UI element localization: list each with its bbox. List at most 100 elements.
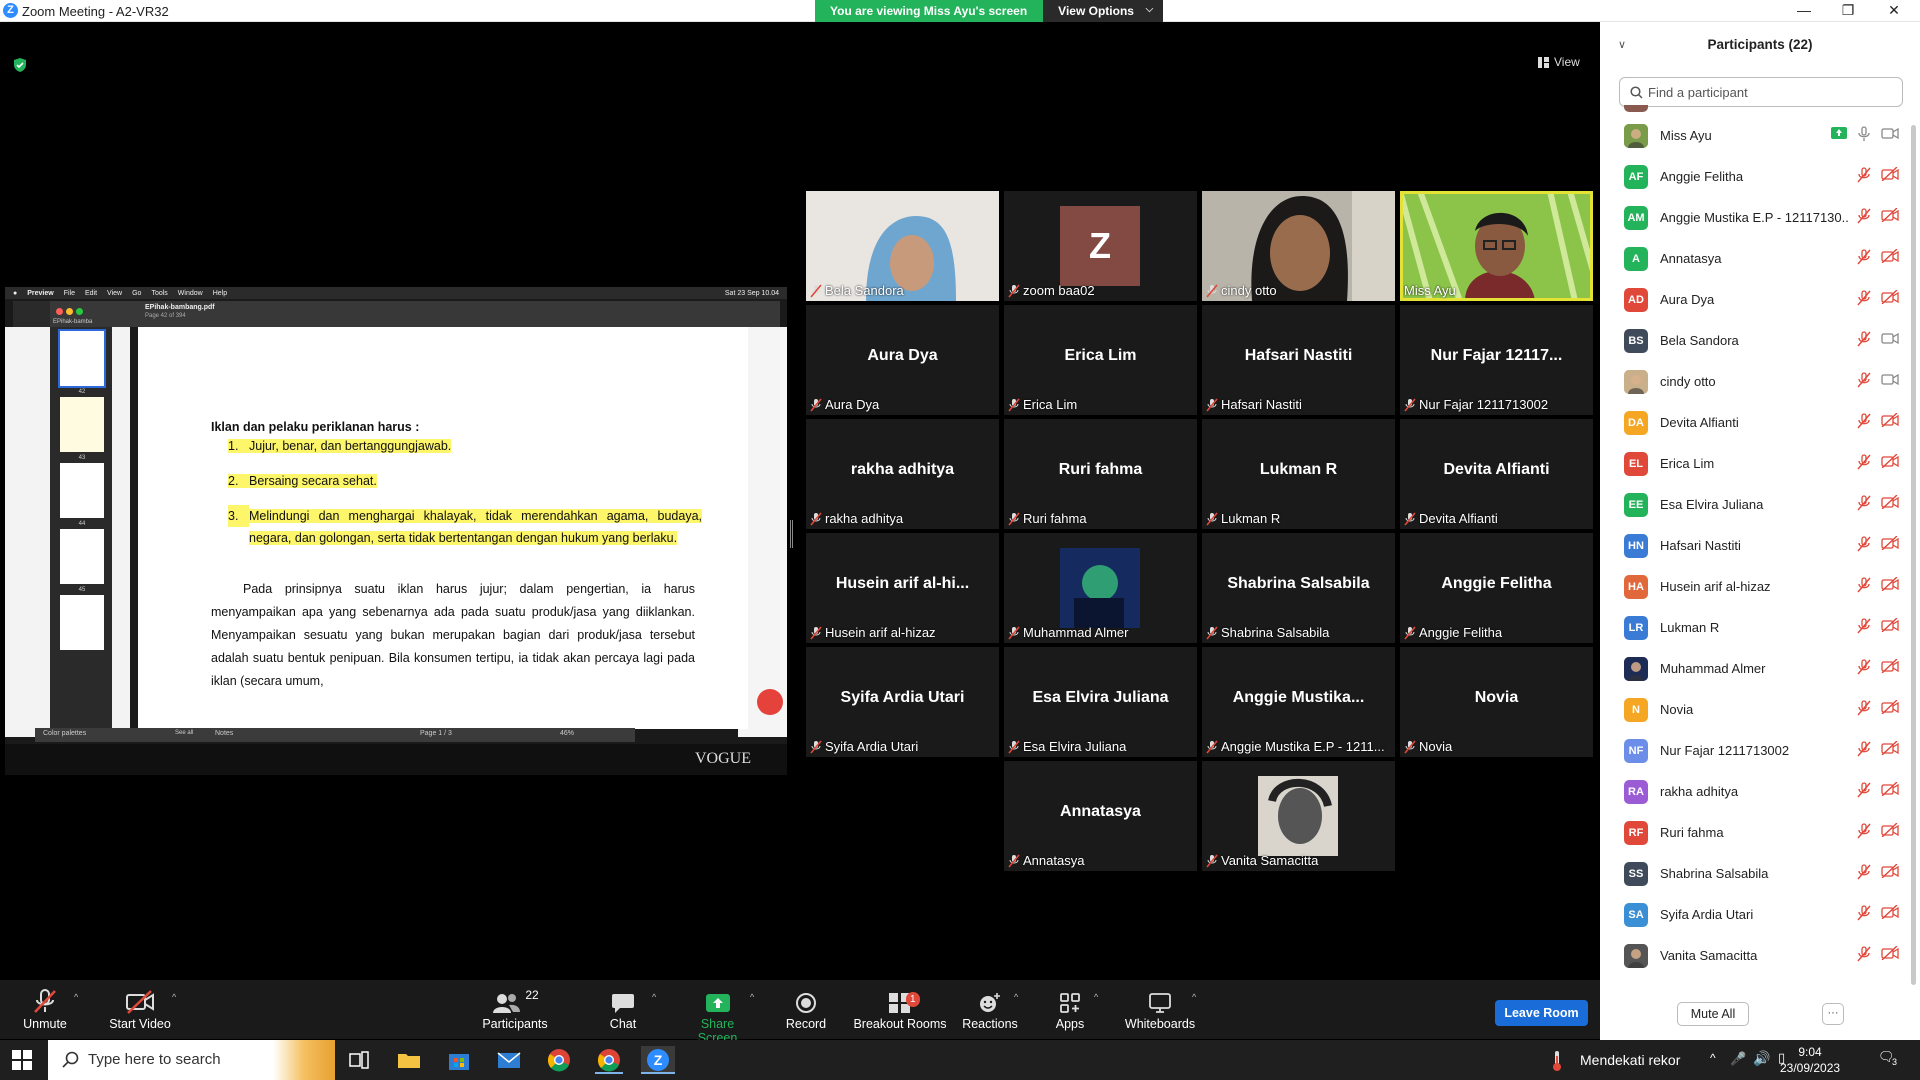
video-tile[interactable]: cindy otto — [1202, 191, 1395, 301]
mute-all-button[interactable]: Mute All — [1677, 1002, 1749, 1026]
participant-row[interactable]: AF Anggie Felitha — [1600, 156, 1905, 197]
camera-off-icon — [1881, 577, 1899, 593]
video-tile[interactable]: Esa Elvira Juliana Esa Elvira Juliana — [1004, 647, 1197, 757]
zoom-taskbar-icon[interactable]: Z — [641, 1046, 675, 1074]
avatar: RF — [1624, 821, 1648, 845]
avatar: AM — [1624, 206, 1648, 230]
apps-button[interactable]: Apps — [1050, 980, 1090, 1039]
participant-row[interactable]: N Novia — [1600, 689, 1905, 730]
resize-handle[interactable] — [790, 520, 793, 548]
restore-icon[interactable]: ❐ — [1830, 0, 1866, 22]
chat-options-caret-icon[interactable]: ^ — [652, 992, 656, 1002]
participant-row[interactable]: Miss Ayu — [1600, 115, 1905, 156]
participant-list-scrollbar[interactable] — [1911, 125, 1916, 985]
chat-button[interactable]: Chat — [598, 980, 648, 1039]
participant-row[interactable]: HA Husein arif al-hizaz — [1600, 566, 1905, 607]
video-tile[interactable]: Husein arif al-hi... Husein arif al-hizaz — [806, 533, 999, 643]
participant-name: Shabrina Salsabila — [1660, 866, 1769, 881]
participant-search-input[interactable]: Find a participant — [1619, 77, 1903, 107]
participant-row[interactable]: LR Lukman R — [1600, 607, 1905, 648]
reactions-options-caret-icon[interactable]: ^ — [1014, 992, 1018, 1002]
participant-row[interactable]: SS Shabrina Salsabila — [1600, 853, 1905, 894]
page-thumbnail[interactable]: 45 — [60, 529, 104, 593]
taskbar-clock[interactable]: 9:04 23/09/2023 — [1780, 1044, 1840, 1076]
taskbar-search-input[interactable]: Type here to search — [48, 1040, 335, 1080]
video-tile[interactable]: Hafsari Nastiti Hafsari Nastiti — [1202, 305, 1395, 415]
reactions-button[interactable]: Reactions — [960, 980, 1020, 1039]
video-tile[interactable]: Anggie Felitha Anggie Felitha — [1400, 533, 1593, 643]
video-tile[interactable]: Lukman R Lukman R — [1202, 419, 1395, 529]
unmute-button[interactable]: Unmute — [10, 980, 80, 1039]
whiteboards-button[interactable]: Whiteboards — [1122, 980, 1198, 1039]
breakout-rooms-button[interactable]: 1 Breakout Rooms — [850, 980, 950, 1039]
close-icon[interactable]: ✕ — [1876, 0, 1912, 22]
participant-row[interactable]: DA Devita Alfianti — [1600, 402, 1905, 443]
video-tile[interactable]: Aura Dya Aura Dya — [806, 305, 999, 415]
page-thumbnail[interactable] — [60, 595, 104, 650]
file-explorer-icon[interactable] — [395, 1046, 423, 1074]
video-tile[interactable]: Syifa Ardia Utari Syifa Ardia Utari — [806, 647, 999, 757]
participant-row[interactable]: A Annatasya — [1600, 238, 1905, 279]
video-tile[interactable]: Bela Sandora — [806, 191, 999, 301]
task-view-icon[interactable] — [345, 1046, 373, 1074]
video-tile[interactable]: Vanita Samacitta — [1202, 761, 1395, 871]
list-text: Jujur, benar, dan bertanggungjawab. — [249, 439, 452, 453]
whiteboards-options-caret-icon[interactable]: ^ — [1192, 992, 1196, 1002]
participants-button[interactable]: 22 Participants — [470, 980, 560, 1039]
volume-icon[interactable]: 🔊 — [1753, 1050, 1770, 1067]
view-options-button[interactable]: View Options ⌵ — [1043, 0, 1164, 22]
apps-options-caret-icon[interactable]: ^ — [1094, 992, 1098, 1002]
close-dot-icon — [56, 308, 63, 315]
video-tile[interactable]: Miss Ayu — [1400, 191, 1593, 301]
participant-row[interactable]: Muhammad Almer — [1600, 648, 1905, 689]
participant-row[interactable]: SA Syifa Ardia Utari — [1600, 894, 1905, 935]
participant-row[interactable]: Vanita Samacitta — [1600, 935, 1905, 976]
store-icon[interactable] — [445, 1046, 473, 1074]
muted-mic-icon — [1008, 283, 1020, 298]
chrome-icon[interactable] — [545, 1046, 573, 1074]
participant-row[interactable]: RF Ruri fahma — [1600, 812, 1905, 853]
video-tile[interactable]: Anggie Mustika... Anggie Mustika E.P - 12… — [1202, 647, 1395, 757]
participant-row[interactable]: AD Aura Dya — [1600, 279, 1905, 320]
participant-row[interactable]: cindy otto — [1600, 361, 1905, 402]
share-screen-button[interactable]: Share Screen — [680, 980, 755, 1045]
chrome-profile-icon[interactable] — [595, 1046, 623, 1074]
video-options-caret-icon[interactable]: ^ — [172, 992, 176, 1002]
participant-row[interactable]: AM Anggie Mustika E.P - 12117130... — [1600, 197, 1905, 238]
share-options-caret-icon[interactable]: ^ — [750, 992, 754, 1002]
leave-room-button[interactable]: Leave Room — [1495, 1000, 1588, 1026]
tray-chevron-icon[interactable]: ^ — [1710, 1051, 1716, 1065]
video-tile[interactable]: Muhammad Almer — [1004, 533, 1197, 643]
unmute-options-caret-icon[interactable]: ^ — [74, 992, 78, 1002]
participant-row[interactable]: RA rakha adhitya — [1600, 771, 1905, 812]
video-tile[interactable]: Novia Novia — [1400, 647, 1593, 757]
video-tile[interactable]: Ruri fahma Ruri fahma — [1004, 419, 1197, 529]
page-thumbnail[interactable]: 44 — [60, 463, 104, 527]
page-thumbnail[interactable]: 42 — [58, 329, 106, 395]
start-video-button[interactable]: Start Video — [100, 980, 180, 1039]
muted-mic-icon — [1857, 495, 1871, 511]
participant-row[interactable]: EL Erica Lim — [1600, 443, 1905, 484]
mail-icon[interactable] — [495, 1046, 523, 1074]
windows-start-icon[interactable] — [12, 1050, 32, 1070]
video-tile[interactable]: Erica Lim Erica Lim — [1004, 305, 1197, 415]
page-thumbnail[interactable]: 43 — [60, 397, 104, 461]
more-options-button[interactable]: ··· — [1822, 1003, 1844, 1025]
tray-mic-icon[interactable]: 🎤 — [1730, 1051, 1746, 1067]
record-button[interactable]: Record — [782, 980, 830, 1039]
participant-row[interactable]: NF Nur Fajar 1211713002 — [1600, 730, 1905, 771]
video-tile[interactable]: Nur Fajar 12117... Nur Fajar 1211713002 — [1400, 305, 1593, 415]
security-shield-icon[interactable] — [12, 57, 28, 73]
video-tile[interactable]: Annatasya Annatasya — [1004, 761, 1197, 871]
view-button[interactable]: View — [1538, 55, 1580, 69]
participant-row[interactable]: BS Bela Sandora — [1600, 320, 1905, 361]
notifications-icon[interactable]: 🗨 3 — [1878, 1049, 1897, 1067]
participant-row[interactable]: HN Hafsari Nastiti — [1600, 525, 1905, 566]
video-tile[interactable]: rakha adhitya rakha adhitya — [806, 419, 999, 529]
weather-text: Mendekati rekor — [1580, 1052, 1681, 1068]
video-tile[interactable]: Zzoom baa02 — [1004, 191, 1197, 301]
minimize-icon[interactable]: — — [1786, 0, 1822, 22]
video-tile[interactable]: Devita Alfianti Devita Alfianti — [1400, 419, 1593, 529]
video-tile[interactable]: Shabrina Salsabila Shabrina Salsabila — [1202, 533, 1395, 643]
participant-row[interactable]: EE Esa Elvira Juliana — [1600, 484, 1905, 525]
